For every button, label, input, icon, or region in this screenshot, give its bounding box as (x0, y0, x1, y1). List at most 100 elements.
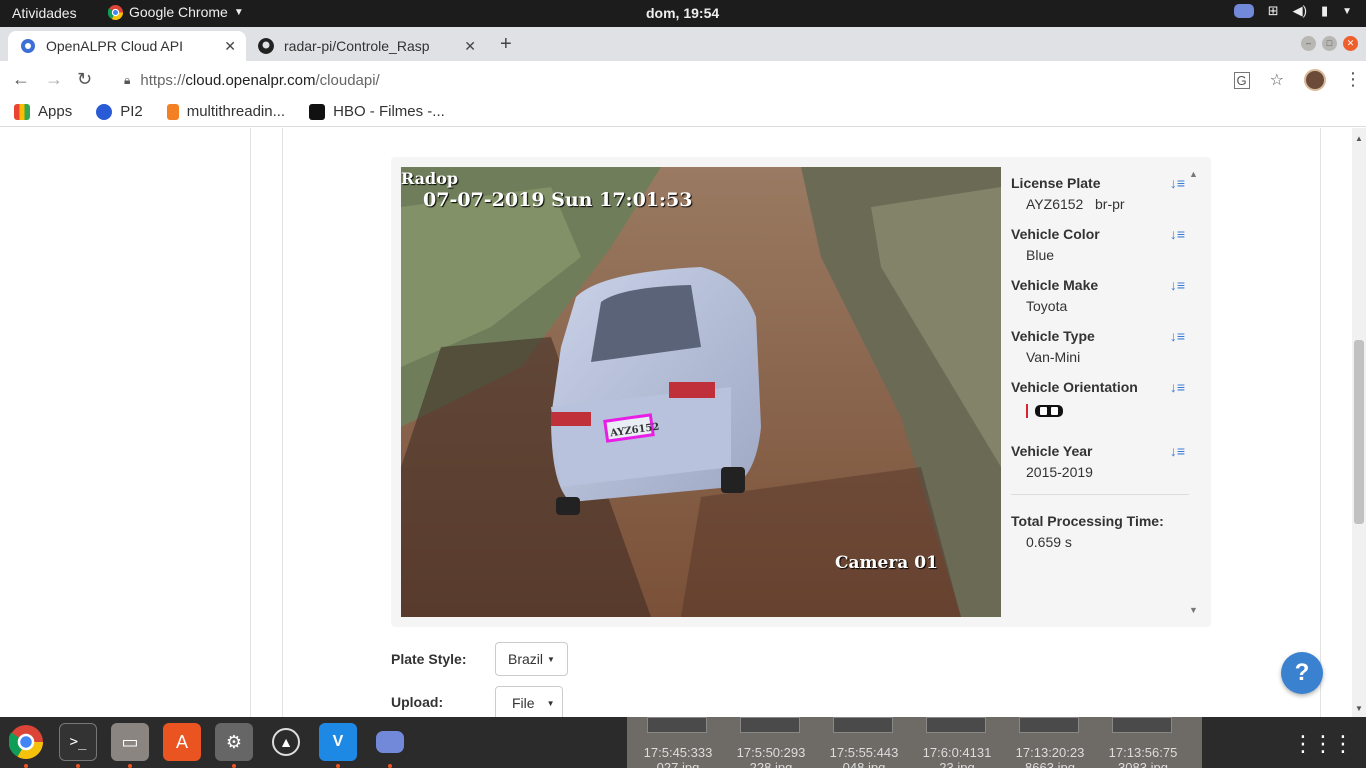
chrome-icon (108, 4, 123, 20)
prop-vehicle-orientation: Vehicle Orientation ↓≡ (1011, 379, 1189, 419)
network-icon[interactable]: ⊞ (1268, 3, 1279, 19)
tab-openalpr[interactable]: OpenALPR Cloud API ✕ (8, 31, 246, 61)
desktop-file[interactable]: 17:13:56:75 3083.jpg (1098, 745, 1188, 768)
prop-vehicle-type: Vehicle Type ↓≡ Van-Mini (1011, 328, 1189, 365)
file-thumbnail (926, 717, 986, 733)
prop-label: Vehicle Make (1011, 277, 1099, 293)
back-button[interactable]: ← (12, 69, 30, 90)
desktop-file[interactable]: 17:6:0:4131 23.jpg (912, 745, 1002, 768)
properties-list: License Plate ↓≡ AYZ6152 br-pr Vehicle C… (1011, 175, 1189, 564)
bookmark-label: multithreadin... (186, 103, 286, 120)
stackoverflow-icon (166, 103, 179, 120)
discord-tray-icon[interactable] (1233, 4, 1254, 18)
sort-icon[interactable]: ↓≡ (1170, 443, 1185, 459)
orientation-indicator (1026, 403, 1189, 419)
file-name: 17:5:45:333 (643, 745, 713, 760)
dock-software[interactable]: A (163, 723, 201, 761)
battery-icon[interactable]: ▮ (1321, 3, 1328, 19)
divider (1011, 494, 1189, 495)
openalpr-favicon-icon (21, 39, 35, 53)
sort-icon[interactable]: ↓≡ (1170, 226, 1185, 242)
chevron-down-icon[interactable]: ▼ (1342, 6, 1352, 17)
plate-style-value: Brazil (508, 651, 544, 667)
bookmark-apps[interactable]: Apps (14, 103, 72, 120)
url-host: cloud.openalpr.com (185, 71, 316, 89)
sort-icon[interactable]: ↓≡ (1170, 277, 1185, 293)
file-name: 17:13:56:75 (1108, 745, 1178, 760)
chrome-icon (9, 725, 43, 759)
sort-icon[interactable]: ↓≡ (1170, 175, 1185, 191)
dock-vscode[interactable]: V (319, 723, 357, 761)
profile-avatar[interactable] (1304, 69, 1326, 91)
prop-label: Vehicle Color (1011, 226, 1100, 242)
dock-terminal[interactable]: >_ (59, 723, 97, 761)
scroll-down-icon[interactable]: ▼ (1355, 704, 1363, 713)
bookmark-multithreading[interactable]: multithreadin... (166, 103, 286, 120)
pi2-icon (96, 103, 113, 120)
file-name: 17:5:55:443 (829, 745, 899, 760)
prop-vehicle-color: Vehicle Color ↓≡ Blue (1011, 226, 1189, 263)
overlay-timestamp: 07-07-2019 Sun 17:01:53 (423, 189, 693, 211)
desktop-file[interactable]: 17:5:45:333 027.jpg (633, 745, 723, 768)
scroll-up-icon[interactable]: ▲ (1355, 134, 1363, 143)
vscode-icon: V (332, 733, 344, 750)
address-bar[interactable]: 🔒︎ https://cloud.openalpr.com/cloudapi/ (112, 66, 1222, 94)
show-applications-icon[interactable]: ⋮⋮⋮ (1292, 731, 1354, 757)
clock[interactable]: dom, 19:54 (646, 5, 719, 21)
window-controls: – □ ✕ (1301, 36, 1358, 51)
url-scheme: https:// (140, 71, 186, 89)
maximize-button[interactable]: □ (1322, 36, 1337, 51)
dock-files[interactable]: ▭ (111, 723, 149, 761)
desktop-file[interactable]: 17:5:55:443 048.jpg (819, 745, 909, 768)
desktop-file[interactable]: 17:5:50:293 228.jpg (726, 745, 816, 768)
chevron-down-icon: ▼ (233, 6, 244, 18)
scroll-down-icon[interactable]: ▼ (1189, 605, 1198, 615)
help-button[interactable]: ? (1281, 652, 1323, 694)
close-tab-icon[interactable]: ✕ (464, 38, 476, 55)
close-tab-icon[interactable]: ✕ (224, 38, 236, 55)
file-thumbnail (1019, 717, 1079, 733)
sort-icon[interactable]: ↓≡ (1170, 379, 1185, 395)
reload-button[interactable]: ↻ (77, 69, 92, 90)
dock-discord[interactable] (371, 723, 409, 761)
scroll-thumb[interactable] (1354, 340, 1364, 524)
plate-style-select[interactable]: Brazil ▼ (495, 642, 568, 676)
scroll-up-icon[interactable]: ▲ (1189, 169, 1198, 179)
prop-vehicle-make: Vehicle Make ↓≡ Toyota (1011, 277, 1189, 314)
dock-chrome[interactable] (7, 723, 45, 761)
plate-style-label: Plate Style: (391, 651, 467, 667)
volume-icon[interactable]: ◀) (1293, 3, 1307, 19)
sort-icon[interactable]: ↓≡ (1170, 328, 1185, 344)
software-center-icon: A (175, 731, 188, 752)
minimize-button[interactable]: – (1301, 36, 1316, 51)
page-scrollbar[interactable]: ▲ ▼ (1352, 128, 1366, 717)
translate-icon[interactable]: G (1233, 71, 1250, 89)
menu-icon[interactable]: ⋮ (1344, 69, 1362, 90)
bookmark-hbo[interactable]: HBO - Filmes -... (309, 103, 445, 120)
app-menu[interactable]: Google Chrome ▼ (108, 4, 244, 20)
activities-button[interactable]: Atividades (12, 5, 77, 21)
upload-select[interactable]: File ▼ (495, 686, 563, 717)
desktop-file[interactable]: 17:13:20:23 8663.jpg (1005, 745, 1095, 768)
update-icon: ▲ (272, 728, 300, 756)
vehicle-photo: Radop 07-07-2019 Sun 17:01:53 Camera 01 … (401, 167, 1001, 617)
dock-settings[interactable]: ⚙ (215, 723, 253, 761)
tab-title: radar-pi/Controle_Rasp (284, 38, 430, 54)
app-name: Google Chrome (129, 4, 228, 20)
prop-label: Total Processing Time: (1011, 513, 1164, 529)
file-thumbnail (647, 717, 707, 733)
bookmark-star-icon[interactable]: ☆ (1270, 70, 1284, 90)
new-tab-button[interactable]: + (500, 33, 512, 56)
prop-value: AYZ6152 br-pr (1026, 196, 1189, 212)
forward-button[interactable]: → (45, 69, 63, 90)
file-ext: 8663.jpg (1025, 760, 1075, 768)
bookmark-pi2[interactable]: PI2 (96, 103, 143, 120)
panel-scrollbar[interactable]: ▲ ▼ (1189, 167, 1199, 617)
lock-icon[interactable]: 🔒︎ (124, 73, 130, 88)
dock-updater[interactable]: ▲ (267, 723, 305, 761)
running-indicator (76, 764, 80, 768)
close-window-button[interactable]: ✕ (1343, 36, 1358, 51)
file-name: 17:13:20:23 (1015, 745, 1085, 760)
tab-github[interactable]: radar-pi/Controle_Rasp ✕ (246, 31, 486, 61)
hbo-icon (309, 103, 326, 120)
